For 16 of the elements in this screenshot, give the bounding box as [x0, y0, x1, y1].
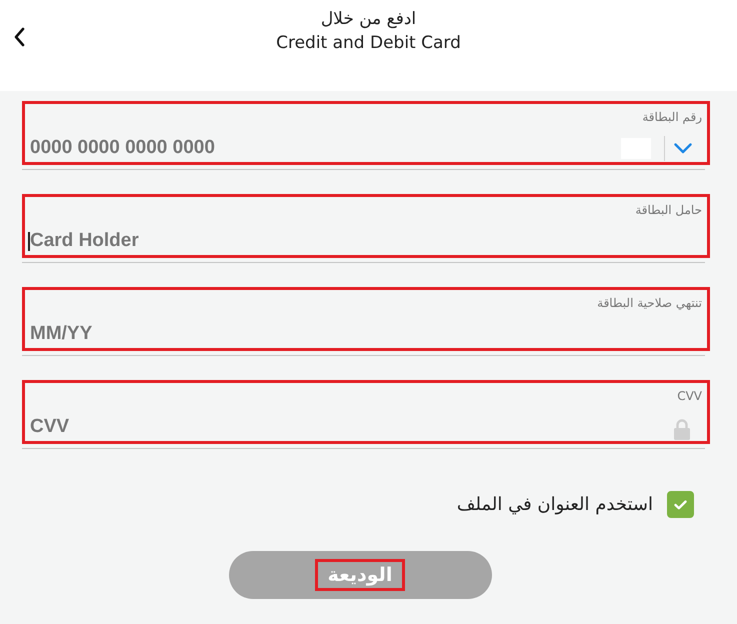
field-label: حامل البطاقة	[635, 202, 702, 218]
checkmark-icon	[674, 500, 687, 510]
text-input[interactable]: 0000 0000 0000 0000	[28, 136, 621, 160]
field-label: رقم البطاقة	[642, 109, 702, 125]
checkbox-label: استخدم العنوان في الملف	[456, 494, 653, 515]
text-input[interactable]: MM/YY	[28, 322, 702, 346]
back-icon[interactable]	[13, 27, 25, 47]
header-subtitle: Credit and Debit Card	[276, 32, 461, 55]
field-label: CVV	[677, 388, 702, 404]
text-input[interactable]: Card Holder	[28, 229, 702, 253]
text-input[interactable]: CVV	[28, 415, 674, 439]
header-title: ادفع من خلال	[320, 8, 416, 31]
lock-icon	[674, 418, 690, 440]
chevron-down-icon[interactable]	[674, 142, 692, 154]
field-label: تنتهي صلاحية البطاقة	[597, 295, 702, 311]
checkbox[interactable]	[667, 491, 694, 518]
